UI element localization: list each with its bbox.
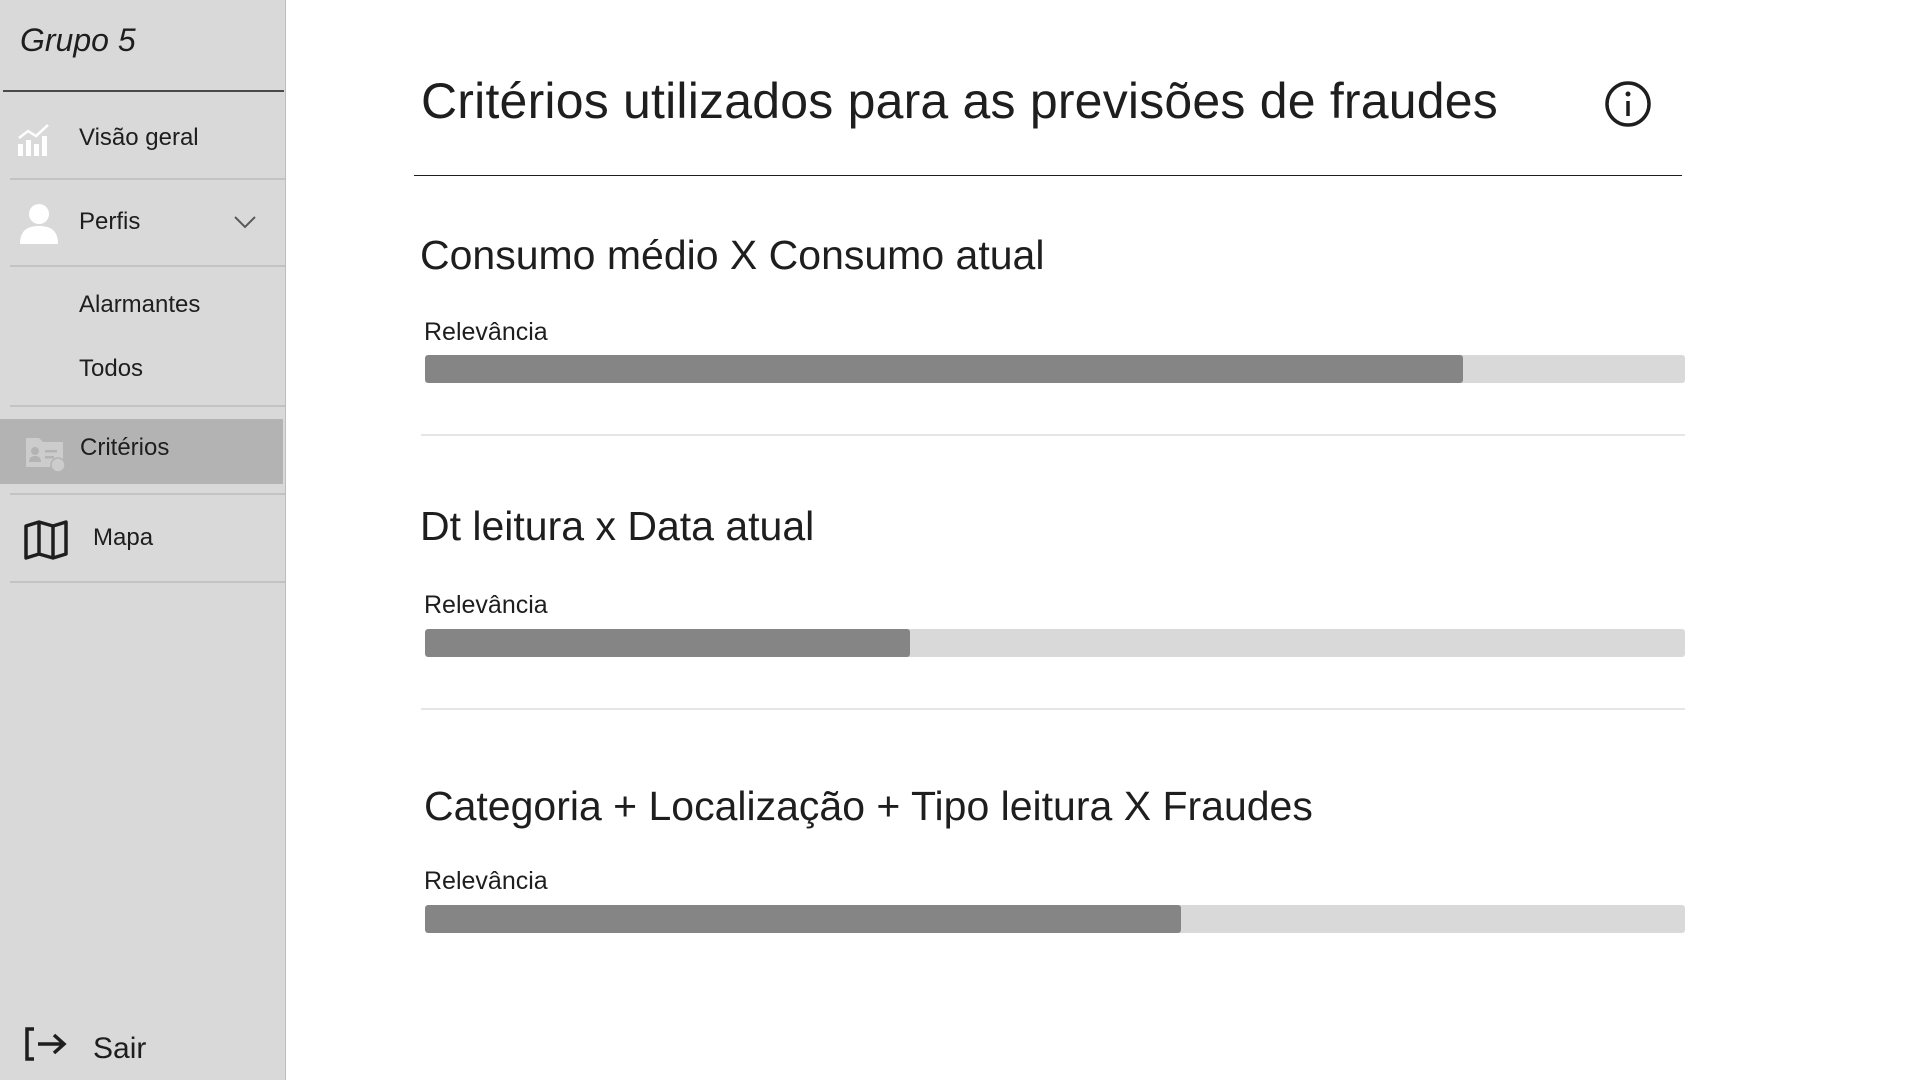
divider	[10, 265, 285, 267]
relevance-label: Relevância	[424, 867, 548, 895]
title-divider	[414, 175, 1682, 176]
sidebar-item-label: Mapa	[93, 524, 154, 551]
sidebar-item-criterios[interactable]: Critérios	[0, 419, 285, 484]
relevance-bar	[425, 355, 1685, 383]
sidebar-subitem-alarmantes[interactable]: Alarmantes	[0, 285, 285, 325]
relevance-label: Relevância	[424, 318, 548, 346]
sidebar-item-perfis[interactable]: Perfis	[0, 180, 285, 266]
sidebar-subitem-todos[interactable]: Todos	[0, 349, 285, 389]
relevance-bar-fill	[425, 355, 1464, 383]
relevance-bar	[425, 905, 1685, 933]
brand-divider	[3, 90, 284, 92]
sidebar-item-label: Alarmantes	[79, 291, 201, 318]
relevance-bar	[425, 629, 1685, 657]
sidebar: Grupo 5 Visão geral Perfis Alarmantes To…	[0, 0, 286, 1080]
page-title: Critérios utilizados para as previsões d…	[421, 73, 1498, 129]
sidebar-item-visao-geral[interactable]: Visão geral	[0, 102, 285, 177]
map-icon	[24, 520, 68, 560]
sidebar-item-label: Critérios	[80, 434, 170, 461]
sidebar-item-mapa[interactable]: Mapa	[0, 496, 285, 580]
info-icon[interactable]	[1604, 80, 1652, 128]
criterion-title: Dt leitura x Data atual	[420, 503, 815, 549]
divider	[10, 493, 285, 495]
divider	[10, 581, 285, 583]
sidebar-item-label: Visão geral	[79, 124, 199, 151]
logout-button[interactable]: Sair	[0, 1020, 285, 1075]
criterion-title: Categoria + Localização + Tipo leitura X…	[424, 783, 1313, 829]
relevance-label: Relevância	[424, 591, 548, 619]
user-icon	[20, 204, 58, 244]
criterion-title: Consumo médio X Consumo atual	[420, 232, 1045, 278]
section-divider	[421, 434, 1685, 436]
brand-title: Grupo 5	[20, 22, 136, 58]
chevron-down-icon[interactable]	[233, 214, 257, 230]
logout-label: Sair	[93, 1032, 147, 1065]
relevance-bar-fill	[425, 905, 1181, 933]
logout-icon	[25, 1027, 67, 1061]
user-folder-icon	[26, 438, 66, 473]
sidebar-item-label: Todos	[79, 355, 144, 382]
divider	[10, 405, 285, 407]
section-divider	[421, 708, 1685, 710]
relevance-bar-fill	[425, 629, 911, 657]
chart-icon	[18, 124, 49, 156]
sidebar-item-label: Perfis	[79, 208, 141, 235]
